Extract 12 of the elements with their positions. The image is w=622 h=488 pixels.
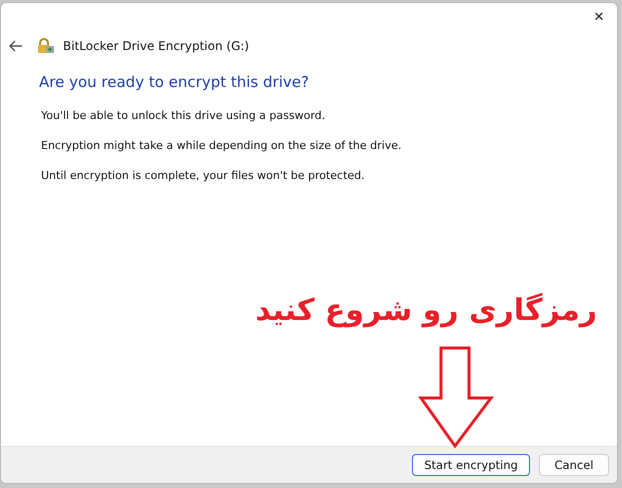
info-text: Encryption might take a while depending on the size of the drive. xyxy=(41,139,402,152)
window-title: BitLocker Drive Encryption (G:) xyxy=(63,39,250,53)
back-arrow-icon[interactable] xyxy=(9,40,23,52)
cancel-button[interactable]: Cancel xyxy=(539,454,609,476)
info-text: Until encryption is complete, your files won't be protected. xyxy=(41,169,366,182)
close-button[interactable]: ✕ xyxy=(581,3,617,31)
annotation-text: رمزگاری رو شروع کنید xyxy=(255,293,597,328)
dialog-heading: Are you ready to encrypt this drive? xyxy=(39,73,310,91)
start-encrypting-button[interactable]: Start encrypting xyxy=(412,454,530,476)
padlock-drive-icon xyxy=(37,38,55,54)
info-text: You'll be able to unlock this drive using a password. xyxy=(41,109,326,122)
down-arrow-icon xyxy=(418,346,494,450)
